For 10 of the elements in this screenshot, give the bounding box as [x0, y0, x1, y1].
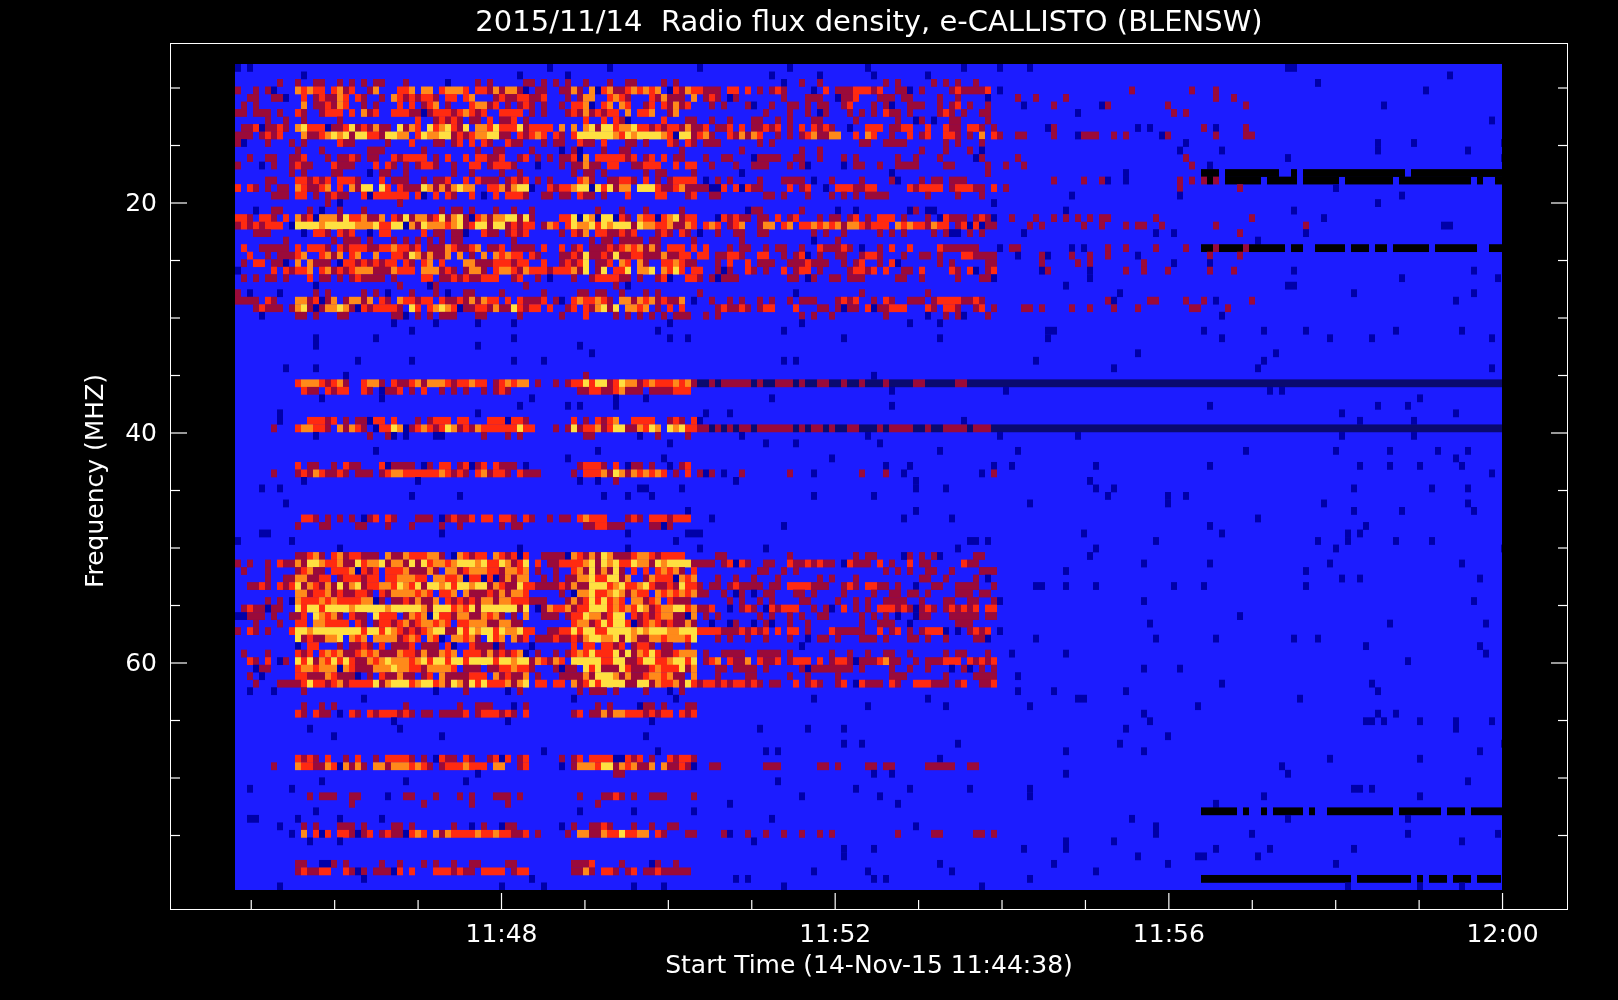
- x-axis-title: Start Time (14-Nov-15 11:44:38): [665, 952, 1073, 977]
- x-tick-label: 12:00: [1466, 921, 1539, 946]
- x-tick-label: 11:52: [799, 921, 872, 946]
- x-tick-label: 11:56: [1132, 921, 1205, 946]
- y-tick-label: 40: [125, 420, 157, 445]
- y-axis-title: Frequency (MHZ): [81, 373, 107, 589]
- y-tick-label: 60: [125, 650, 157, 675]
- chart-title: 2015/11/14 Radio flux density, e-CALLISTO (BLENSW): [475, 7, 1263, 36]
- x-tick-label: 11:48: [465, 921, 538, 946]
- y-tick-label: 20: [125, 190, 157, 215]
